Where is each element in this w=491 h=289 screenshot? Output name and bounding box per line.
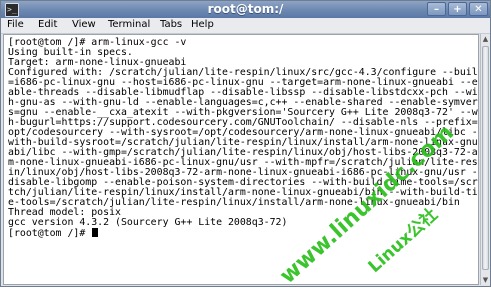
terminal-line: gcc version 4.3.2 (Sourcery G++ Lite 200… (8, 217, 288, 228)
menu-view[interactable]: View (72, 19, 96, 30)
menu-file[interactable]: File (7, 19, 24, 30)
minimize-button[interactable]: – (427, 2, 446, 16)
scroll-up-arrow-icon[interactable]: ▲ (481, 34, 490, 44)
menu-help[interactable]: Help (191, 19, 214, 30)
terminal-prompt-line: [root@tom /]# (8, 228, 99, 239)
window-title: root@tom:/ (207, 2, 284, 16)
menu-terminal[interactable]: Terminal (108, 19, 150, 30)
vertical-scrollbar[interactable]: ▲ ▼ (480, 34, 490, 285)
scroll-thumb[interactable] (482, 46, 489, 270)
maximize-button[interactable]: + (448, 2, 467, 16)
menu-edit[interactable]: Edit (38, 19, 57, 30)
title-bar[interactable]: >_ root@tom:/ – + ✕ (1, 1, 490, 18)
scroll-down-arrow-icon[interactable]: ▼ (481, 275, 490, 285)
terminal-prompt: [root@tom /]# (8, 228, 92, 239)
text-cursor (92, 228, 99, 237)
menu-bar: File Edit View Terminal Tabs Help (1, 18, 490, 34)
close-button[interactable]: ✕ (469, 2, 488, 16)
menu-tabs[interactable]: Tabs (160, 19, 182, 30)
